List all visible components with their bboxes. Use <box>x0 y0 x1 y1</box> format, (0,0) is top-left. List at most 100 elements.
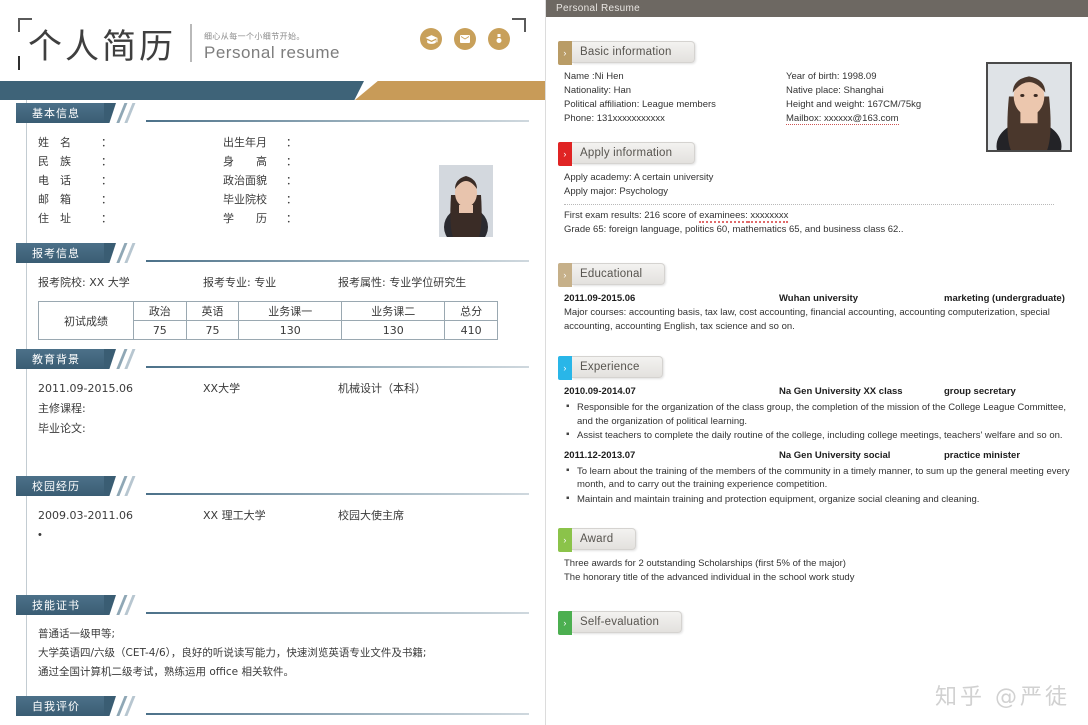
education-entry-row: 2011.09-2015.06 XX大学 机械设计（本科） <box>38 379 529 399</box>
field-address: 住 址： <box>38 212 112 225</box>
section-badge-label: Basic information <box>580 46 672 58</box>
score-header-english: 英语 <box>185 301 240 321</box>
section-rule <box>146 366 529 368</box>
graduation-cap-icon <box>420 28 442 50</box>
basic-name: Name :Ni Hen <box>564 71 624 82</box>
section-skills: 技能证书 普通话一级甲等; 大学英语四/六级（CET-4/6），良好的听说读写能… <box>16 595 529 682</box>
experience-bullet-list: Responsible for the organization of the … <box>564 400 1076 443</box>
basic-info-right-column: 出生年月： 身 高： 政治面貌： 毕业院校： 学 历： <box>223 133 408 228</box>
section-badge-label: Award <box>580 533 614 545</box>
basic-info-right-col: Year of birth: 1998.09 Native place: Sha… <box>786 70 1008 126</box>
score-header-course1: 业务课一 <box>238 301 343 321</box>
basic-height-weight: Height and weight: 167CM/75kg <box>786 99 922 110</box>
field-birth: 出生年月： <box>223 136 297 149</box>
chevron-right-icon: › <box>558 611 572 635</box>
section-badge-label: Apply information <box>580 147 673 159</box>
list-item: Responsible for the organization of the … <box>564 400 1076 428</box>
score-value-total: 410 <box>444 320 498 340</box>
campus-entry-row: 2009.03-2011.06 XX 理工大学 校园大使主席 <box>38 506 529 526</box>
apply-academy: Apply academy: A certain university <box>564 172 714 183</box>
text-cursor <box>18 56 20 70</box>
right-section-award: › Award Three awards for 2 outstanding S… <box>558 528 1076 585</box>
page-title-cn: 个人简历 <box>28 27 176 67</box>
section-badge-experience[interactable]: › Experience <box>558 356 663 380</box>
field-graduate-school: 毕业院校： <box>223 193 297 206</box>
section-tab-self-evaluation: 自我评价 <box>16 696 106 716</box>
section-rule <box>146 713 529 715</box>
skill-line-2: 大学英语四/六级（CET-4/6），良好的听说读写能力，快速浏览英语专业文件及书… <box>38 647 427 659</box>
chevron-right-icon: › <box>558 41 572 65</box>
section-badge-basic-information[interactable]: › Basic information <box>558 41 695 65</box>
list-item: Maintain and maintain training and prote… <box>564 492 1076 507</box>
section-tab-skills: 技能证书 <box>16 595 106 615</box>
educational-courses: Major courses: accounting basis, tax law… <box>564 307 1050 332</box>
experience-role: practice minister <box>944 449 1021 461</box>
chevron-right-icon: › <box>558 528 572 552</box>
window-title: Personal Resume <box>556 3 640 14</box>
title-subtitle-en: Personal resume <box>204 43 341 62</box>
right-section-educational: › Educational 2011.09-2015.06 Wuhan univ… <box>558 263 1076 334</box>
section-tab-apply-info: 报考信息 <box>16 243 106 263</box>
section-tab-basic-info: 基本信息 <box>16 103 106 123</box>
campus-school: XX 理工大学 <box>203 509 266 522</box>
chevron-right-icon: › <box>558 263 572 287</box>
basic-mailbox-value: Mailbox: xxxxxx@163.com <box>786 113 899 125</box>
title-subtitle-cn: 细心从每一个小细节开始。 <box>204 32 305 41</box>
mail-icon <box>454 28 476 50</box>
basic-mailbox: Mailbox: xxxxxx@163.com <box>786 112 1008 126</box>
section-badge-label: Experience <box>580 361 640 373</box>
section-apply-info: 报考信息 报考院校: XX 大学 报考专业: 专业 报考属性: 专业学位研究生 <box>16 243 529 340</box>
medal-icon <box>488 28 510 50</box>
apply-type-label: 报考属性: <box>338 276 386 289</box>
experience-role: group secretary <box>944 386 1016 397</box>
field-degree: 学 历： <box>223 212 297 225</box>
section-badge-self-evaluation[interactable]: › Self-evaluation <box>558 611 683 635</box>
score-row-label: 初试成绩 <box>38 301 134 340</box>
educational-date: 2011.09-2015.06 <box>564 293 636 304</box>
header-icon-group <box>420 28 510 50</box>
apply-exam-results: First exam results: 216 score of examine… <box>564 209 1076 223</box>
exam-results-marked: examinees: <box>699 210 748 223</box>
section-slash-decor <box>116 103 148 123</box>
skill-line-1: 普通话一级甲等; <box>38 628 116 640</box>
education-school: XX大学 <box>203 382 241 395</box>
section-badge-educational[interactable]: › Educational <box>558 263 666 287</box>
basic-info-left-column: 姓 名： 民 族： 电 话： 邮 箱： 住 址： <box>38 133 223 228</box>
watermark: 知乎 @严徒 <box>935 685 1070 710</box>
basic-native-place: Native place: Shanghai <box>786 85 884 96</box>
section-slash-decor <box>116 595 148 615</box>
section-badge-label: Self-evaluation <box>580 616 660 628</box>
resume-preview-page: 个人简历 细心从每一个小细节开始。 Personal resume 基本信息 姓… <box>0 0 1088 725</box>
experience-org: Na Gen University XX class <box>779 386 903 397</box>
campus-date: 2009.03-2011.06 <box>38 509 133 522</box>
educational-major: marketing (undergraduate) <box>944 293 1065 304</box>
right-section-basic-information: › Basic information Name :Ni Hen Nationa… <box>558 41 1076 126</box>
section-slash-decor <box>116 349 148 369</box>
crop-mark-top-right <box>512 18 526 32</box>
section-rule <box>146 612 529 614</box>
education-date: 2011.09-2015.06 <box>38 382 133 395</box>
experience-entry-row: 2010.09-2014.07 Na Gen University XX cla… <box>564 385 1076 399</box>
experience-org: Na Gen University social <box>779 449 891 461</box>
title-divider <box>190 24 192 62</box>
basic-info-left-col: Name :Ni Hen Nationality: Han Political … <box>564 70 786 126</box>
score-header-total: 总分 <box>444 301 498 321</box>
score-value-course1: 130 <box>238 320 343 340</box>
section-rule <box>146 493 529 495</box>
chevron-right-icon: › <box>558 142 572 166</box>
section-slash-decor <box>116 696 148 716</box>
section-slash-decor <box>116 243 148 263</box>
section-rule <box>146 260 529 262</box>
section-self-evaluation: 自我评价 <box>16 696 529 716</box>
educational-entry-row: 2011.09-2015.06 Wuhan university marketi… <box>564 292 1076 306</box>
section-badge-award[interactable]: › Award <box>558 528 637 552</box>
apply-major-value: 专业 <box>254 276 277 289</box>
section-basic-info: 基本信息 姓 名： 民 族： 电 话： 邮 箱： 住 址： 出生年月 ： 身 高… <box>16 103 529 237</box>
section-badge-apply-information[interactable]: › Apply information <box>558 142 696 166</box>
score-value-english: 75 <box>185 320 240 340</box>
experience-date: 2010.09-2014.07 <box>564 386 636 397</box>
education-major: 机械设计（本科） <box>338 382 426 395</box>
score-header-course2: 业务课二 <box>341 301 446 321</box>
section-campus: 校园经历 2009.03-2011.06 XX 理工大学 校园大使主席 • <box>16 476 529 544</box>
award-line-2: The honorary title of the advanced indiv… <box>564 572 855 583</box>
